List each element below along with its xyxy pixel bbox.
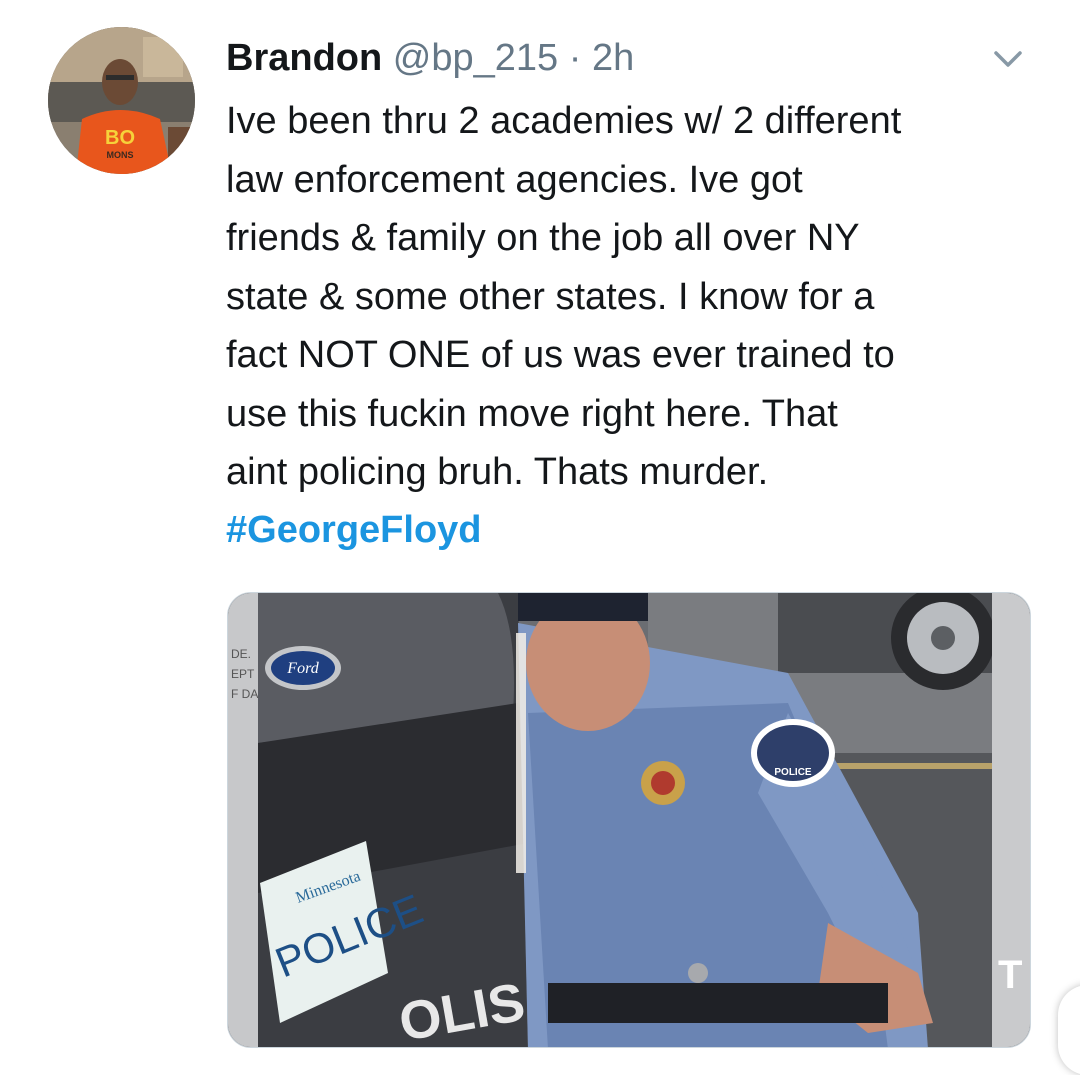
tweet-time[interactable]: 2h [592, 37, 634, 79]
user-avatar[interactable]: BO MONS [48, 27, 195, 174]
media-edge-text: T [998, 953, 1022, 997]
chevron-down-icon [994, 51, 1022, 67]
hashtag-link[interactable]: #GeorgeFloyd [226, 501, 482, 560]
author-name[interactable]: Brandon [226, 37, 382, 79]
svg-text:BO: BO [105, 127, 135, 149]
avatar-image: BO MONS [48, 27, 195, 174]
svg-text:DE.: DE. [231, 647, 251, 661]
author-handle[interactable]: @bp_215 [393, 37, 558, 79]
tweet-menu-button[interactable] [985, 40, 1031, 80]
tweet-header: Brandon @bp_215 · 2h [226, 30, 634, 86]
tweet-media[interactable]: DE. EPT F DA T Ford Minnesota POLICE OLI… [227, 592, 1031, 1048]
media-image: DE. EPT F DA T Ford Minnesota POLICE OLI… [228, 593, 1030, 1047]
tweet-text: Ive been thru 2 academies w/ 2 different… [226, 100, 902, 493]
svg-text:F DA: F DA [231, 687, 258, 701]
header-separator: · [568, 37, 582, 79]
svg-text:EPT: EPT [231, 667, 255, 681]
svg-text:Ford: Ford [286, 660, 319, 677]
floating-overlay [1058, 985, 1080, 1075]
svg-text:MONS: MONS [107, 150, 134, 160]
shoulder-badge-text: POLICE [774, 767, 812, 778]
tweet: BO MONS Brandon @bp_215 · 2h Ive been th… [0, 0, 1080, 1075]
